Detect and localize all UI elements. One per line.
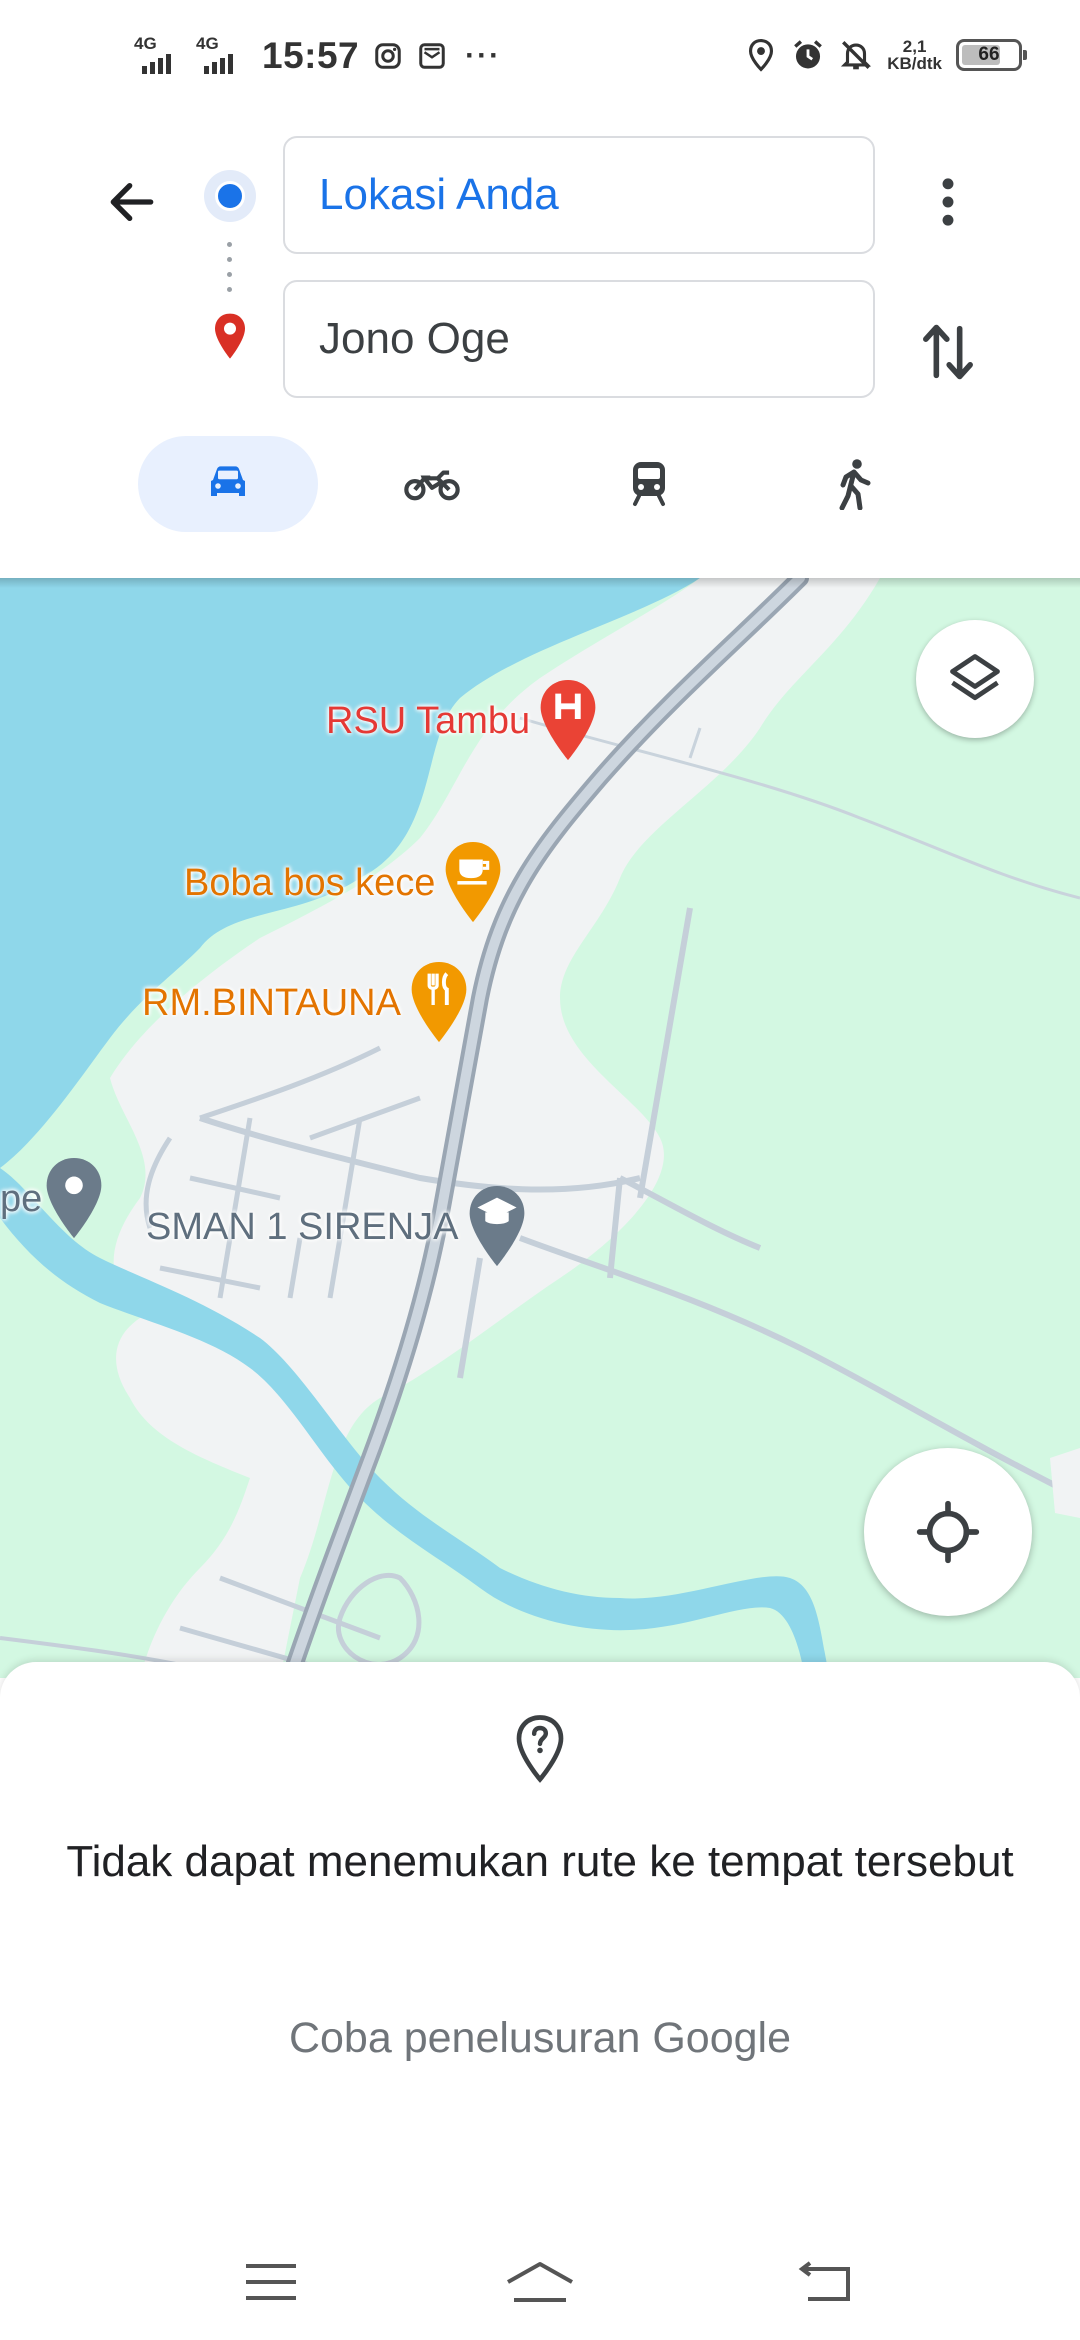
place-pin-icon [46, 1157, 102, 1239]
poi-label: RSU Tambu [326, 699, 531, 742]
signal-icon-2: 4G [194, 34, 242, 78]
system-navigation-bar [0, 2222, 1080, 2340]
poi-rm-bintauna[interactable]: RM.BINTAUNA [142, 960, 471, 1046]
mode-walking-tab[interactable] [764, 436, 944, 532]
poi-label: Boba bos kece [184, 861, 436, 904]
home-button[interactable] [490, 2252, 590, 2312]
arrow-back-icon [110, 182, 154, 222]
map-layers-button[interactable] [916, 620, 1034, 738]
route-connector [227, 242, 233, 292]
battery-level: 66 [978, 44, 1000, 65]
my-location-button[interactable] [864, 1448, 1032, 1616]
clock: 15:57 [262, 35, 360, 76]
origin-field[interactable]: Lokasi Anda [283, 136, 875, 254]
poi-rsu-tambu[interactable]: RSU Tambu [326, 678, 600, 764]
no-route-sheet: Tidak dapat menemukan rute ke tempat ter… [0, 1662, 1080, 2222]
poi-label: SMAN 1 SIRENJA [146, 1205, 459, 1248]
place-unknown-icon [516, 1715, 564, 1783]
hospital-pin-icon [540, 679, 596, 761]
back-icon [798, 2261, 850, 2301]
header-shadow [0, 578, 1080, 588]
mode-motorcycle-tab[interactable] [342, 436, 522, 532]
origin-dot-icon [204, 170, 256, 222]
location-icon [749, 39, 774, 72]
transit-icon [633, 462, 665, 506]
poi-sman-1-sirenja[interactable]: SMAN 1 SIRENJA [146, 1184, 529, 1270]
menu-icon [246, 2264, 296, 2300]
try-google-search-link[interactable]: Coba penelusuran Google [60, 2014, 1020, 2063]
more-options-button[interactable] [908, 162, 988, 242]
bell-off-icon [841, 41, 872, 70]
poi-pe[interactable]: pe [0, 1156, 106, 1242]
destination-pin-icon [215, 313, 245, 359]
battery-icon: 66 [956, 39, 1027, 71]
network-speed-unit: KB/dtk [887, 54, 942, 73]
home-icon [507, 2262, 573, 2302]
poi-label: pe [0, 1177, 43, 1220]
directions-header: Lokasi Anda Jono Oge [0, 120, 1080, 578]
alarm-icon [794, 40, 823, 69]
motorcycle-icon [404, 470, 460, 501]
crosshair-location-icon [916, 1500, 980, 1564]
instagram-icon [375, 43, 401, 69]
back-button[interactable] [92, 162, 172, 242]
destination-text: Jono Oge [319, 314, 510, 363]
signal-icon: 4G [132, 34, 180, 78]
network-speed: 2,1 KB/dtk [887, 38, 942, 72]
school-pin-icon [469, 1185, 524, 1267]
mode-transit-tab[interactable] [559, 436, 739, 532]
status-bar: 4G 4G 15:57 ··· 2,1 KB/dtk 66 [0, 0, 1080, 120]
travel-mode-tabs [138, 436, 958, 532]
car-icon [211, 466, 245, 496]
swap-vert-icon [923, 324, 973, 380]
swap-locations-button[interactable] [908, 304, 988, 400]
message-app-icon [419, 43, 445, 69]
network-speed-value: 2,1 [902, 37, 927, 56]
origin-text: Lokasi Anda [319, 170, 559, 219]
cafe-pin-icon [446, 841, 501, 923]
no-route-title: Tidak dapat menemukan rute ke tempat ter… [66, 1837, 1014, 1886]
walk-icon [839, 459, 871, 510]
layers-icon [950, 654, 1000, 701]
more-vert-icon [942, 178, 954, 226]
more-notifications: ··· [465, 39, 502, 72]
network-type-2: 4G [196, 34, 219, 53]
recents-button[interactable] [221, 2252, 321, 2312]
mode-driving-tab[interactable] [138, 436, 318, 532]
network-type-1: 4G [134, 34, 157, 53]
restaurant-pin-icon [411, 961, 467, 1043]
poi-boba-bos-kece[interactable]: Boba bos kece [184, 840, 505, 926]
system-back-button[interactable] [774, 2252, 874, 2312]
destination-field[interactable]: Jono Oge [283, 280, 875, 398]
poi-label: RM.BINTAUNA [142, 981, 401, 1024]
